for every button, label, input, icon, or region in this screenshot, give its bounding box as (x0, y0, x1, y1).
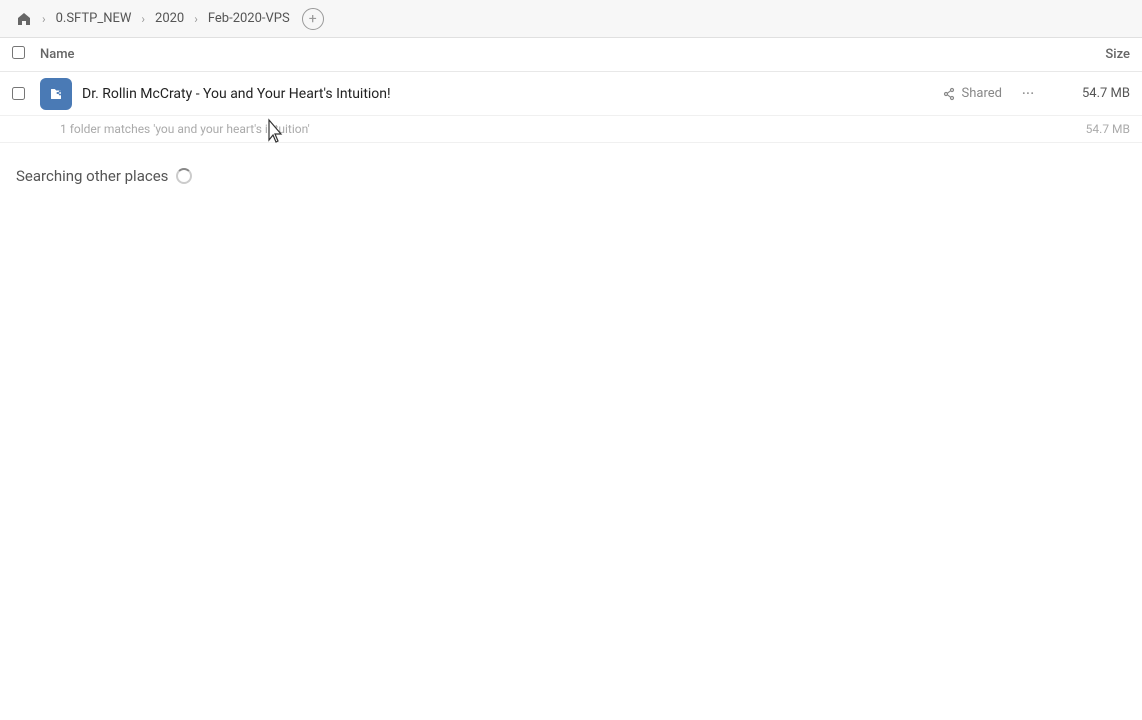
breadcrumb-sep-3: › (194, 12, 198, 26)
summary-row: 1 folder matches 'you and your heart's i… (0, 116, 1142, 143)
file-name: Dr. Rollin McCraty - You and Your Heart'… (82, 86, 942, 102)
breadcrumb-sep-1: › (42, 12, 46, 26)
name-column-header: Name (40, 47, 1050, 62)
breadcrumb-bar: › 0.SFTP_NEW › 2020 › Feb-2020-VPS + (0, 0, 1142, 38)
row-checkbox-input[interactable] (12, 87, 25, 100)
searching-text: Searching other places (16, 167, 168, 185)
shared-badge: Shared (942, 86, 1002, 101)
row-checkbox[interactable] (12, 87, 32, 100)
summary-text: 1 folder matches 'you and your heart's i… (60, 122, 1050, 136)
size-column-header: Size (1050, 47, 1130, 62)
shared-label: Shared (962, 86, 1002, 101)
searching-section: Searching other places (0, 143, 1142, 197)
select-all-checkbox[interactable] (12, 46, 32, 63)
breadcrumb-item-2[interactable]: Feb-2020-VPS (204, 9, 294, 28)
loading-spinner (176, 168, 192, 184)
breadcrumb-item-0[interactable]: 0.SFTP_NEW (52, 9, 136, 28)
add-breadcrumb-button[interactable]: + (302, 8, 324, 30)
more-options-button[interactable]: ··· (1014, 80, 1042, 108)
summary-size: 54.7 MB (1050, 122, 1130, 136)
file-icon-wrap (40, 78, 72, 110)
share-icon (942, 87, 956, 101)
breadcrumb-sep-2: › (141, 12, 145, 26)
select-all-input[interactable] (12, 46, 25, 59)
column-header: Name Size (0, 38, 1142, 72)
breadcrumb-item-1[interactable]: 2020 (151, 9, 188, 28)
searching-label: Searching other places (16, 167, 1130, 185)
home-button[interactable] (12, 7, 36, 31)
home-icon (16, 11, 32, 27)
table-row[interactable]: Dr. Rollin McCraty - You and Your Heart'… (0, 72, 1142, 116)
file-size: 54.7 MB (1050, 86, 1130, 101)
folder-share-icon (48, 86, 64, 102)
